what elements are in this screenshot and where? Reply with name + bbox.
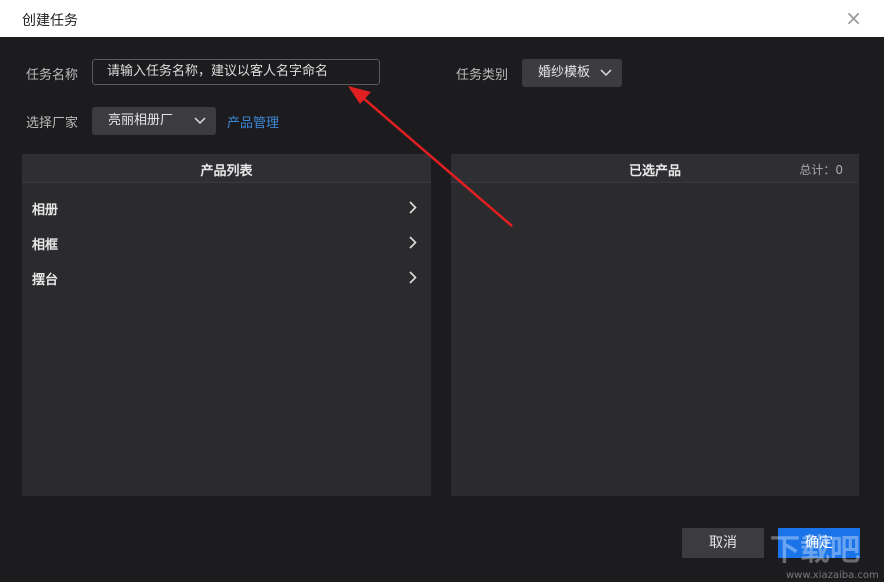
close-icon[interactable]: × (845, 6, 862, 30)
svg-text:下载吧: 下载吧 (770, 533, 860, 568)
product-list-title: 产品列表 (200, 164, 253, 179)
selected-products-header: 已选产品 总计：0 (451, 154, 859, 183)
total-count: 总计：0 (799, 163, 843, 177)
product-list-panel: 产品列表 相册 相框 摆台 (22, 154, 431, 496)
product-list-header: 产品列表 (22, 154, 431, 183)
selected-products-panel: 已选产品 总计：0 (451, 154, 859, 496)
watermark-logo: 下载吧 www.xiazaiba.com (770, 533, 879, 581)
chevron-right-icon (409, 234, 417, 253)
task-type-value: 婚纱模板 (538, 65, 591, 80)
chevron-down-icon (194, 107, 206, 135)
task-type-select[interactable]: 婚纱模板 (522, 59, 622, 87)
product-manage-link[interactable]: 产品管理 (227, 112, 279, 131)
vendor-select[interactable]: 亮丽相册厂 (92, 107, 216, 135)
vendor-label: 选择厂家 (26, 116, 79, 131)
task-type-label: 任务类别 (456, 68, 509, 83)
svg-text:www.xiazaiba.com: www.xiazaiba.com (786, 570, 879, 581)
vendor-value: 亮丽相册厂 (108, 113, 174, 128)
list-item[interactable]: 相框 (22, 226, 431, 260)
dialog-title: 创建任务 (22, 13, 78, 29)
chevron-down-icon (600, 59, 612, 87)
chevron-right-icon (409, 199, 417, 218)
list-item-label: 相框 (32, 238, 59, 253)
chevron-right-icon (409, 269, 417, 288)
title-bar: 创建任务 × (0, 0, 884, 37)
list-item[interactable]: 相册 (22, 191, 431, 225)
list-item[interactable]: 摆台 (22, 261, 431, 295)
cancel-button[interactable]: 取消 (682, 528, 764, 558)
list-item-label: 摆台 (32, 273, 59, 288)
task-name-label: 任务名称 (26, 68, 79, 83)
list-item-label: 相册 (32, 203, 59, 218)
selected-products-title: 已选产品 (628, 164, 681, 179)
task-name-input[interactable]: 请输入任务名称，建议以客人名字命名 (92, 59, 380, 85)
